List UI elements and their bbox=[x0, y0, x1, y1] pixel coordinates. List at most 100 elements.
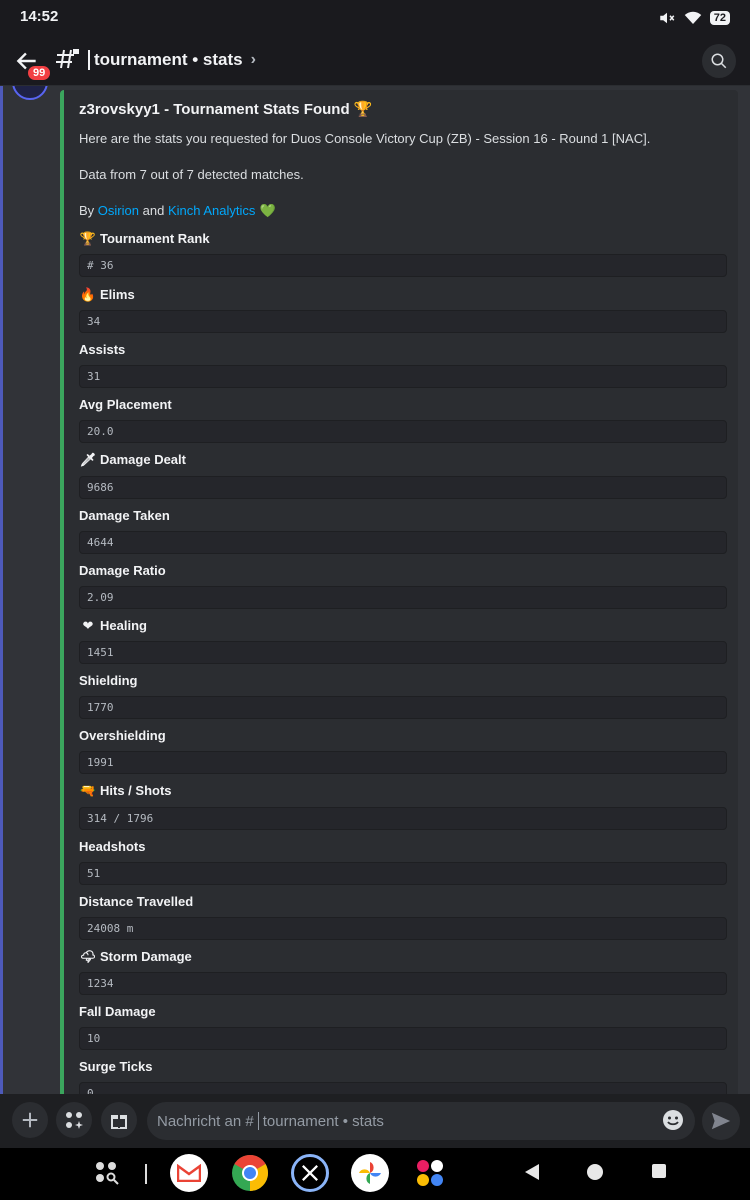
field-value: 0 bbox=[79, 1082, 727, 1094]
credits-prefix: By bbox=[79, 203, 95, 218]
field-damage-ratio: Damage Ratio bbox=[79, 563, 166, 578]
status-bar: 14:52 72 bbox=[0, 0, 750, 36]
field-value: # 36 bbox=[79, 254, 727, 277]
apps-button[interactable] bbox=[56, 1102, 92, 1138]
water-pistol-icon: 🔫 bbox=[79, 783, 97, 798]
field-value: 34 bbox=[79, 310, 727, 333]
field-overshielding: Overshielding bbox=[79, 728, 166, 743]
add-attachment-button[interactable] bbox=[12, 1102, 48, 1138]
sparkles-icon bbox=[66, 1112, 83, 1129]
recents-nav-icon[interactable] bbox=[650, 1162, 668, 1180]
search-button[interactable] bbox=[702, 44, 736, 78]
field-value: 51 bbox=[79, 862, 727, 885]
home-nav-icon[interactable] bbox=[585, 1162, 605, 1182]
field-surge-ticks: Surge Ticks bbox=[79, 1059, 153, 1074]
embed-description: Here are the stats you requested for Duo… bbox=[79, 131, 651, 146]
channel-title[interactable]: tournament • stats › bbox=[88, 50, 256, 70]
fire-icon: 🔥 bbox=[79, 287, 97, 302]
field-shielding: Shielding bbox=[79, 673, 138, 688]
pinwheel-icon bbox=[359, 1162, 381, 1184]
gmail-icon bbox=[177, 1164, 201, 1182]
android-navigation-bar bbox=[0, 1148, 750, 1200]
bot-avatar[interactable] bbox=[12, 86, 48, 100]
field-damage-dealt: 🗡 Damage Dealt bbox=[79, 452, 186, 468]
placeholder-divider bbox=[257, 1112, 259, 1130]
message-area[interactable]: z3rovskyy1 - Tournament Stats Found 🏆 He… bbox=[0, 86, 750, 1094]
field-label: Damage Dealt bbox=[100, 452, 186, 467]
app-drawer-button[interactable] bbox=[88, 1154, 126, 1192]
embed-match-count: Data from 7 out of 7 detected matches. bbox=[79, 167, 304, 182]
embed-title-text: z3rovskyy1 - Tournament Stats Found bbox=[79, 101, 350, 118]
field-value: 10 bbox=[79, 1027, 727, 1050]
field-hits-shots: 🔫 Hits / Shots bbox=[79, 783, 172, 799]
new-messages-bar bbox=[0, 86, 3, 1094]
mute-icon bbox=[660, 12, 675, 24]
credits-and: and bbox=[142, 203, 165, 218]
emoji-picker-icon[interactable] bbox=[661, 1108, 685, 1132]
gift-button[interactable] bbox=[101, 1102, 137, 1138]
kinch-analytics-link[interactable]: Kinch Analytics bbox=[168, 203, 255, 218]
back-nav-icon[interactable] bbox=[522, 1162, 542, 1182]
osirion-link[interactable]: Osirion bbox=[98, 203, 139, 218]
dagger-icon: 🗡 bbox=[79, 452, 97, 467]
field-label: Elims bbox=[100, 287, 135, 302]
field-value: 31 bbox=[79, 365, 727, 388]
field-avg-placement: Avg Placement bbox=[79, 397, 172, 412]
green-heart-icon: 💚 bbox=[259, 203, 277, 218]
dock-separator bbox=[145, 1164, 147, 1184]
battery-indicator: 72 bbox=[709, 11, 730, 25]
field-damage-taken: Damage Taken bbox=[79, 508, 170, 523]
title-divider bbox=[88, 50, 90, 70]
app-folder[interactable] bbox=[411, 1154, 449, 1192]
field-storm-damage: 🌩 Storm Damage bbox=[79, 949, 192, 965]
field-value: 1451 bbox=[79, 641, 727, 664]
trophy-icon: 🏆 bbox=[79, 231, 97, 246]
status-time: 14:52 bbox=[20, 8, 59, 25]
bandaged-heart-icon: ❤ bbox=[82, 618, 94, 633]
chevron-right-icon: › bbox=[250, 51, 256, 68]
status-icons: 72 bbox=[658, 9, 730, 27]
field-value: 2.09 bbox=[79, 586, 727, 609]
field-assists: Assists bbox=[79, 342, 126, 357]
field-label: Storm Damage bbox=[100, 949, 192, 964]
input-placeholder-channel: tournament • stats bbox=[262, 1112, 384, 1130]
send-icon bbox=[711, 1112, 731, 1130]
plus-icon bbox=[22, 1112, 38, 1128]
app-drawer-icon bbox=[96, 1162, 119, 1185]
x-app[interactable] bbox=[291, 1154, 329, 1192]
field-label: Hits / Shots bbox=[100, 783, 172, 798]
embed-title: z3rovskyy1 - Tournament Stats Found 🏆 bbox=[79, 100, 375, 118]
send-button[interactable] bbox=[702, 1102, 740, 1140]
field-distance-travelled: Distance Travelled bbox=[79, 894, 194, 909]
field-value: 1770 bbox=[79, 696, 727, 719]
x-logo-icon bbox=[302, 1165, 318, 1181]
wifi-icon bbox=[684, 11, 701, 24]
stats-embed: z3rovskyy1 - Tournament Stats Found 🏆 He… bbox=[60, 90, 738, 1094]
field-label: Tournament Rank bbox=[100, 231, 210, 246]
field-value: 314 / 1796 bbox=[79, 807, 727, 830]
field-value: 4644 bbox=[79, 531, 727, 554]
channel-header: 99 tournament • stats › bbox=[0, 36, 750, 86]
field-fall-damage: Fall Damage bbox=[79, 1004, 156, 1019]
chrome-icon bbox=[232, 1154, 269, 1191]
message-input[interactable]: Nachricht an # tournament • stats bbox=[147, 1102, 695, 1140]
field-healing: ❤ Healing bbox=[79, 618, 147, 634]
field-value: 1234 bbox=[79, 972, 727, 995]
trophy-icon: 🏆 bbox=[353, 101, 373, 118]
input-placeholder-prefix: Nachricht an # bbox=[157, 1112, 254, 1130]
embed-credits: By Osirion and Kinch Analytics 💚 bbox=[79, 203, 280, 219]
field-label: Healing bbox=[100, 618, 147, 633]
message-composer: Nachricht an # tournament • stats bbox=[0, 1094, 750, 1148]
chrome-app[interactable] bbox=[231, 1154, 269, 1192]
field-value: 20.0 bbox=[79, 420, 727, 443]
gmail-app[interactable] bbox=[170, 1154, 208, 1192]
field-value: 1991 bbox=[79, 751, 727, 774]
field-elims: 🔥 Elims bbox=[79, 287, 135, 303]
photos-app[interactable] bbox=[351, 1154, 389, 1192]
field-value: 9686 bbox=[79, 476, 727, 499]
app-folder-icon bbox=[417, 1160, 443, 1186]
channel-name: tournament • stats bbox=[94, 50, 243, 69]
storm-cloud-icon: 🌩 bbox=[79, 949, 97, 964]
unread-badge: 99 bbox=[26, 64, 53, 82]
field-tournament-rank: 🏆 Tournament Rank bbox=[79, 231, 210, 247]
